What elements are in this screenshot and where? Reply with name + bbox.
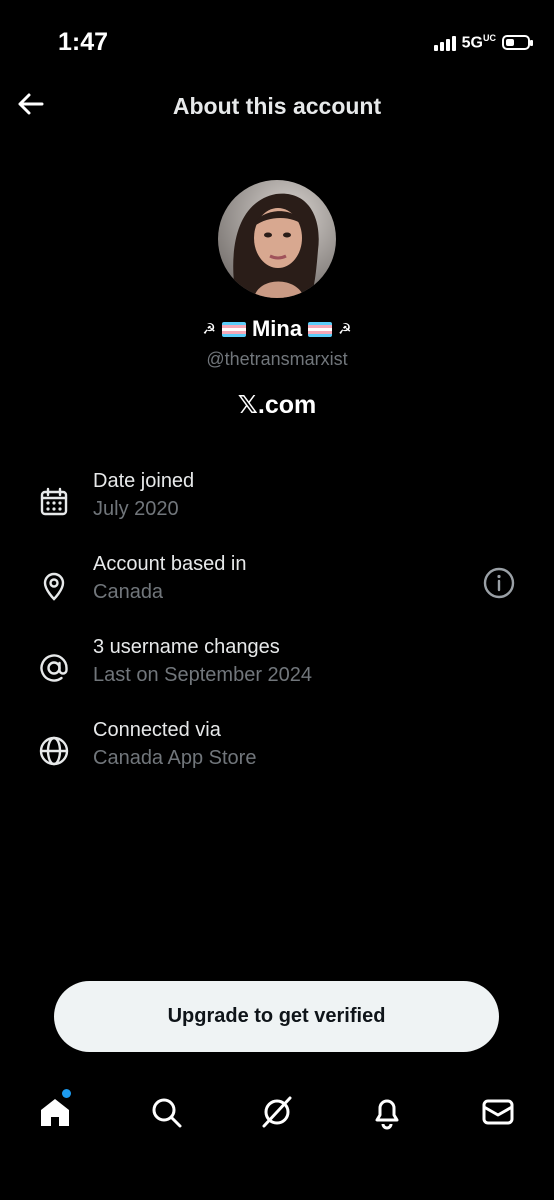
page-title: About this account: [172, 93, 382, 119]
row-label: Account based in: [93, 553, 247, 575]
battery-icon: [502, 35, 533, 51]
hammer-sickle-symbol: ☭: [202, 321, 216, 338]
display-name: Mina: [251, 316, 303, 341]
status-indicators: 5GUC: [433, 33, 533, 52]
row-value: Last on September 2024: [93, 664, 313, 686]
status-time: 1:47: [58, 28, 109, 56]
connected-via-row: Connected via Canada App Store: [36, 719, 518, 781]
notifications-icon[interactable]: [369, 1094, 405, 1130]
location-pin-icon: [36, 567, 72, 603]
row-label: Date joined: [93, 470, 195, 492]
avatar[interactable]: [218, 180, 336, 298]
display-name-row: ☭ Mina ☭: [0, 316, 554, 342]
date-joined-row: Date joined July 2020: [36, 470, 518, 532]
at-sign-icon: [36, 650, 72, 686]
trans-flag-icon: [221, 321, 246, 337]
row-label: Connected via: [93, 719, 221, 741]
search-icon[interactable]: [148, 1094, 184, 1130]
row-value: Canada: [93, 581, 164, 603]
globe-icon: [36, 733, 72, 769]
network-label: 5GUC: [461, 33, 496, 52]
calendar-icon: [36, 484, 72, 520]
trans-flag-icon: [308, 321, 333, 337]
messages-icon[interactable]: [480, 1094, 516, 1130]
notification-dot: [62, 1089, 71, 1098]
row-label: 3 username changes: [93, 636, 280, 658]
account-based-in-row: Account based in Canada: [36, 553, 518, 615]
info-icon[interactable]: [482, 566, 516, 600]
signal-icon: [433, 35, 456, 51]
home-icon[interactable]: [37, 1094, 73, 1130]
hammer-sickle-symbol: ☭: [338, 321, 352, 338]
grok-icon[interactable]: [259, 1094, 295, 1130]
platform-label: 𝕏.com: [237, 391, 317, 419]
row-value: Canada App Store: [93, 747, 257, 769]
row-value: July 2020: [93, 498, 179, 520]
username-changes-row: 3 username changes Last on September 202…: [36, 636, 518, 698]
upgrade-button[interactable]: Upgrade to get verified: [54, 981, 499, 1052]
username-handle: @thetransmarxist: [206, 349, 348, 369]
